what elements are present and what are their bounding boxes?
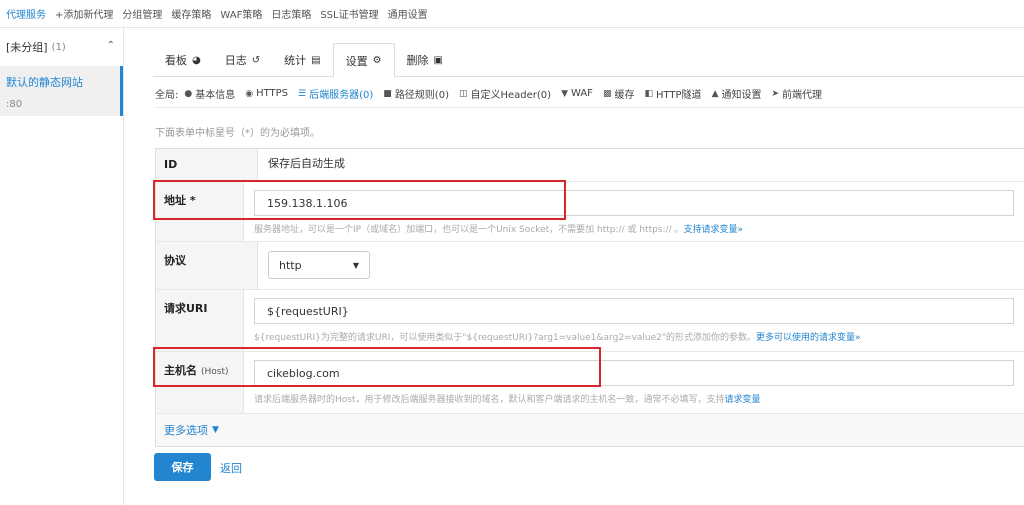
uri-help: ${requestURI}为完整的请求URI，可以使用类似于"${request…: [254, 333, 861, 343]
bell-icon: ▲: [711, 88, 719, 99]
required-hint: 下面表单中标星号（*）的为必填项。: [155, 128, 320, 139]
nav-log-policy[interactable]: 日志策略: [271, 6, 311, 21]
tab-log[interactable]: 日志 ↺: [213, 43, 272, 77]
submenu-item-label: 自定义Header(0): [470, 90, 552, 101]
address-help: 服务器地址，可以是一个IP（或域名）加端口，也可以是一个Unix Socket，…: [254, 225, 743, 235]
host-help: 请求后端服务器时的Host，用于修改后端服务器接收到的域名，默认和客户端请求的主…: [254, 395, 761, 405]
submenu-custom-header[interactable]: ◫ 自定义Header(0): [458, 86, 552, 102]
host-input[interactable]: cikeblog.com: [254, 360, 1014, 386]
backend-server-form: ID 保存后自动生成 地址 * 159.138.1.106 服务器地址，可以是一…: [155, 148, 1024, 447]
sidebar: [未分组] (1) ⌃ 默认的静态网站 :80: [0, 28, 124, 505]
history-icon: ↺: [251, 54, 261, 66]
info-icon: ●: [184, 88, 193, 99]
submenu-notify[interactable]: ▲ 通知设置: [711, 86, 762, 102]
chevron-down-icon: ▼: [212, 425, 219, 435]
submenu-waf[interactable]: ▼ WAF: [561, 88, 593, 99]
trash-icon: ▣: [433, 54, 443, 66]
form-row-protocol: 协议 http ▼: [156, 242, 1024, 290]
address-input[interactable]: 159.138.1.106: [254, 190, 1014, 216]
tab-delete[interactable]: 删除 ▣: [395, 43, 455, 77]
dashboard-icon: ◕: [192, 54, 201, 66]
gear-icon: ⚙: [372, 55, 382, 66]
protocol-select[interactable]: http ▼: [268, 251, 370, 279]
form-row-address: 地址 * 159.138.1.106 服务器地址，可以是一个IP（或域名）加端口…: [156, 182, 1024, 242]
host-label-cell: 主机名 (Host): [156, 352, 244, 413]
save-icon: ▩: [602, 88, 612, 99]
settings-submenu: 全局: ● 基本信息 ◉ HTTPS ☰ 后端服务器(0) ■ 路径规则(0) …: [155, 80, 1024, 108]
submenu-item-label: HTTPS: [256, 88, 289, 99]
chevron-down-icon: ▼: [352, 260, 359, 270]
tab-label: 统计: [284, 54, 307, 67]
submenu-https[interactable]: ◉ HTTPS: [245, 88, 288, 99]
site-title: 默认的静态网站: [6, 76, 83, 89]
tab-label: 日志: [224, 54, 247, 67]
submenu-item-label: 通知设置: [721, 90, 762, 101]
tab-label: 看板: [165, 54, 187, 67]
site-port: :80: [6, 99, 23, 110]
submenu-item-label: 缓存: [614, 90, 635, 101]
nav-waf-policy[interactable]: WAF策略: [220, 6, 262, 21]
nav-ssl-cert[interactable]: SSL证书管理: [320, 6, 378, 21]
address-variables-link[interactable]: 支持请求变量»: [683, 225, 743, 235]
tab-stats[interactable]: 统计 ▤: [272, 43, 332, 77]
protocol-value: http: [279, 258, 302, 272]
form-row-host: 主机名 (Host) cikeblog.com 请求后端服务器时的Host，用于修…: [156, 352, 1024, 414]
more-options-toggle[interactable]: 更多选项 ▼: [156, 414, 1024, 446]
file-icon: ◫: [458, 88, 468, 99]
sidebar-item-site[interactable]: 默认的静态网站 :80: [0, 66, 123, 116]
nav-group-manage[interactable]: 分组管理: [122, 6, 162, 21]
submenu-item-label: 路径规则(0): [394, 90, 449, 101]
submenu-backend-servers[interactable]: ☰ 后端服务器(0): [298, 86, 374, 102]
uri-label: 请求URI: [156, 290, 244, 351]
uri-variables-link[interactable]: 更多可以使用的请求变量»: [756, 333, 861, 343]
host-label-sub: (Host): [201, 367, 229, 377]
server-icon: ☰: [298, 88, 307, 99]
group-count: (1): [51, 41, 66, 53]
submenu-item-label: 前端代理: [782, 90, 823, 101]
back-link[interactable]: 返回: [220, 460, 242, 476]
form-row-id: ID 保存后自动生成: [156, 149, 1024, 182]
submenu-basic-info[interactable]: ● 基本信息: [184, 86, 236, 102]
top-nav: 代理服务 +添加新代理 分组管理 缓存策略 WAF策略 日志策略 SSL证书管理…: [0, 0, 1024, 28]
submenu-label: 全局:: [155, 90, 179, 101]
lock-circle-icon: ◉: [245, 88, 254, 99]
tunnel-icon: ◧: [644, 88, 653, 99]
nav-general-settings[interactable]: 通用设置: [388, 6, 428, 21]
nav-add-proxy[interactable]: +添加新代理: [55, 6, 113, 21]
nav-cache-policy[interactable]: 缓存策略: [171, 6, 211, 21]
submenu-front-proxy[interactable]: ➤ 前端代理: [771, 86, 823, 102]
id-value: 保存后自动生成: [268, 157, 345, 170]
chart-icon: ▤: [311, 54, 321, 66]
chevron-up-icon[interactable]: ⌃: [107, 40, 115, 51]
submenu-cache[interactable]: ▩ 缓存: [602, 86, 635, 102]
submenu-http-tunnel[interactable]: ◧ HTTP隧道: [644, 86, 702, 102]
folder-icon: ■: [383, 88, 392, 99]
submenu-item-label: 基本信息: [195, 90, 236, 101]
more-options-label: 更多选项: [164, 424, 208, 437]
submenu-item-label: 后端服务器(0): [309, 90, 374, 101]
tab-dashboard[interactable]: 看板 ◕: [153, 43, 213, 77]
uri-input[interactable]: ${requestURI}: [254, 298, 1014, 324]
tab-settings[interactable]: 设置 ⚙: [332, 43, 395, 78]
save-button[interactable]: 保存: [154, 453, 211, 481]
submenu-item-label: WAF: [571, 88, 593, 99]
host-label: 主机名: [164, 364, 197, 377]
protocol-label: 协议: [156, 242, 258, 289]
group-name: [未分组]: [6, 41, 48, 54]
submenu-path-rules[interactable]: ■ 路径规则(0): [383, 86, 449, 102]
filter-icon: ▼: [561, 88, 568, 99]
address-label: 地址 *: [156, 182, 244, 241]
nav-proxy-service[interactable]: 代理服务: [6, 6, 46, 21]
id-label: ID: [156, 149, 258, 181]
tab-label: 设置: [345, 54, 368, 68]
submenu-item-label: HTTP隧道: [655, 90, 702, 101]
send-icon: ➤: [771, 88, 780, 99]
tab-label: 删除: [406, 54, 429, 67]
tab-bar: 看板 ◕ 日志 ↺ 统计 ▤ 设置 ⚙ 删除 ▣: [153, 43, 1024, 78]
group-header[interactable]: [未分组] (1) ⌃: [0, 28, 123, 66]
form-row-uri: 请求URI ${requestURI} ${requestURI}为完整的请求U…: [156, 290, 1024, 352]
host-variables-link[interactable]: 请求变量: [725, 395, 761, 405]
